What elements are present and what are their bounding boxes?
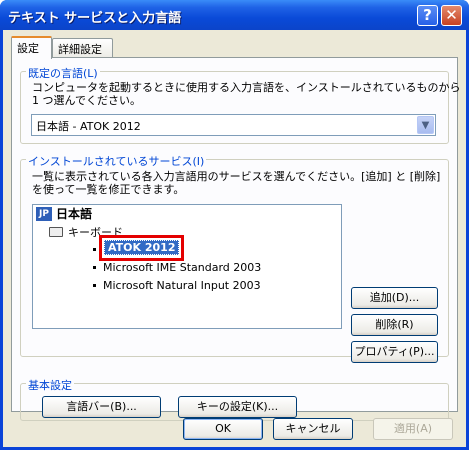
bullet-icon [93, 248, 96, 251]
tab-panel-settings: 既定の言語(L) コンピュータを起動するときに使用する入力言語を、インストールさ… [11, 57, 461, 421]
keyboard-icon [49, 227, 63, 237]
tree-item-ime-standard-2003[interactable]: Microsoft IME Standard 2003 [103, 261, 261, 274]
tab-settings[interactable]: 設定 [11, 36, 52, 59]
chevron-down-icon[interactable]: ▼ [417, 116, 434, 134]
apply-button[interactable]: 適用(A) [373, 418, 453, 440]
tree-language-japanese[interactable]: 日本語 [56, 208, 92, 221]
add-button[interactable]: 追加(D)... [351, 287, 438, 309]
tree-item-atok-2012[interactable]: ATOK 2012 [104, 240, 180, 255]
dialog-client-area: 設定 詳細設定 既定の言語(L) コンピュータを起動するときに使用する入力言語を… [3, 30, 466, 447]
bullet-icon [93, 284, 96, 287]
cancel-button[interactable]: キャンセル [273, 418, 353, 440]
installed-services-description-2: を使って一覧を修正できます。 [32, 183, 185, 196]
title-bar[interactable]: テキスト サービスと入力言語 ? ✕ [0, 0, 469, 30]
default-language-dropdown[interactable]: 日本語 - ATOK 2012 ▼ [31, 114, 436, 136]
basic-settings-legend: 基本設定 [26, 377, 74, 393]
language-bar-button[interactable]: 言語バー(B)... [42, 396, 161, 418]
default-language-selected-value: 日本語 - ATOK 2012 [36, 120, 141, 133]
bullet-icon [93, 266, 96, 269]
window-title: テキスト サービスと入力言語 [8, 11, 182, 26]
tab-advanced-settings[interactable]: 詳細設定 [52, 38, 113, 58]
properties-button[interactable]: プロパティ(P)... [351, 341, 438, 363]
close-button[interactable]: ✕ [441, 5, 462, 26]
installed-services-legend: インストールされているサービス(I) [26, 153, 207, 169]
help-button[interactable]: ? [417, 5, 438, 26]
default-language-description-1: コンピュータを起動するときに使用する入力言語を、インストールされているものから [32, 81, 461, 94]
jp-language-icon: JP [36, 207, 52, 221]
default-language-legend: 既定の言語(L) [26, 65, 100, 81]
installed-services-description-1: 一覧に表示されている各入力言語用のサービスを選んでください。[追加] と [削除… [32, 170, 441, 183]
installed-services-tree[interactable]: JP 日本語 キーボード ATOK 2012 Microsoft IME Sta… [32, 204, 342, 329]
ok-button[interactable]: OK [183, 418, 263, 440]
key-settings-button[interactable]: キーの設定(K)... [178, 396, 297, 418]
tree-item-natural-input-2003[interactable]: Microsoft Natural Input 2003 [103, 279, 261, 292]
remove-button[interactable]: 削除(R) [351, 314, 438, 336]
default-language-description-2: 1 つ選んでください。 [32, 94, 141, 107]
